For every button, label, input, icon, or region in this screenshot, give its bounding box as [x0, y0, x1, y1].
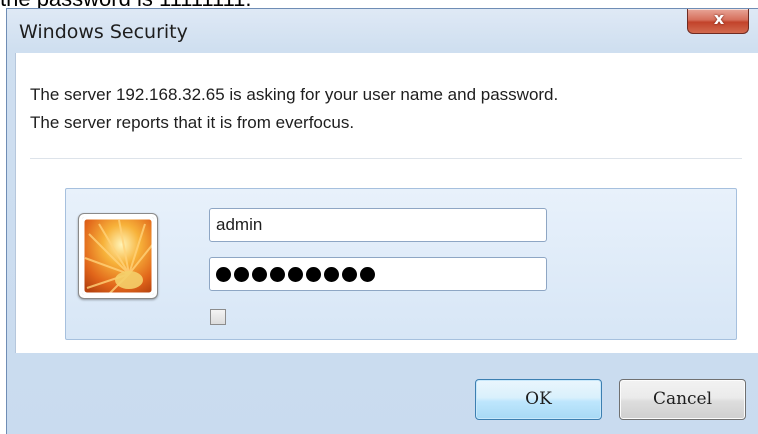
close-button[interactable]: x	[687, 9, 749, 34]
server-message: The server 192.168.32.65 is asking for y…	[30, 81, 558, 137]
security-dialog: Windows Security x The server 192.168.32…	[6, 8, 758, 434]
password-dot	[288, 266, 303, 282]
password-dot	[234, 266, 249, 282]
password-dot	[216, 266, 231, 282]
server-message-line-2: The server reports that it is from everf…	[30, 113, 355, 132]
ok-button[interactable]: OK	[475, 379, 602, 420]
password-dot	[252, 266, 267, 282]
password-dot	[360, 266, 375, 282]
password-dot	[306, 266, 321, 282]
title-bar[interactable]: Windows Security x	[7, 9, 758, 53]
divider	[30, 158, 742, 159]
orange-flower-icon	[81, 216, 155, 296]
dialog-content: The server 192.168.32.65 is asking for y…	[15, 53, 758, 353]
server-message-line-1: The server 192.168.32.65 is asking for y…	[30, 85, 559, 104]
close-icon: x	[713, 9, 725, 28]
password-dot	[342, 266, 357, 282]
page: the password is 11111111. Windows Securi…	[0, 0, 758, 434]
password-dot	[324, 266, 339, 282]
username-field[interactable]	[209, 208, 547, 242]
password-dot	[270, 266, 285, 282]
credential-panel	[65, 188, 737, 340]
password-mask	[216, 261, 375, 287]
cancel-button[interactable]: Cancel	[619, 379, 746, 420]
dialog-title: Windows Security	[19, 21, 188, 43]
avatar	[78, 213, 158, 299]
remember-credentials-checkbox[interactable]	[210, 309, 226, 325]
